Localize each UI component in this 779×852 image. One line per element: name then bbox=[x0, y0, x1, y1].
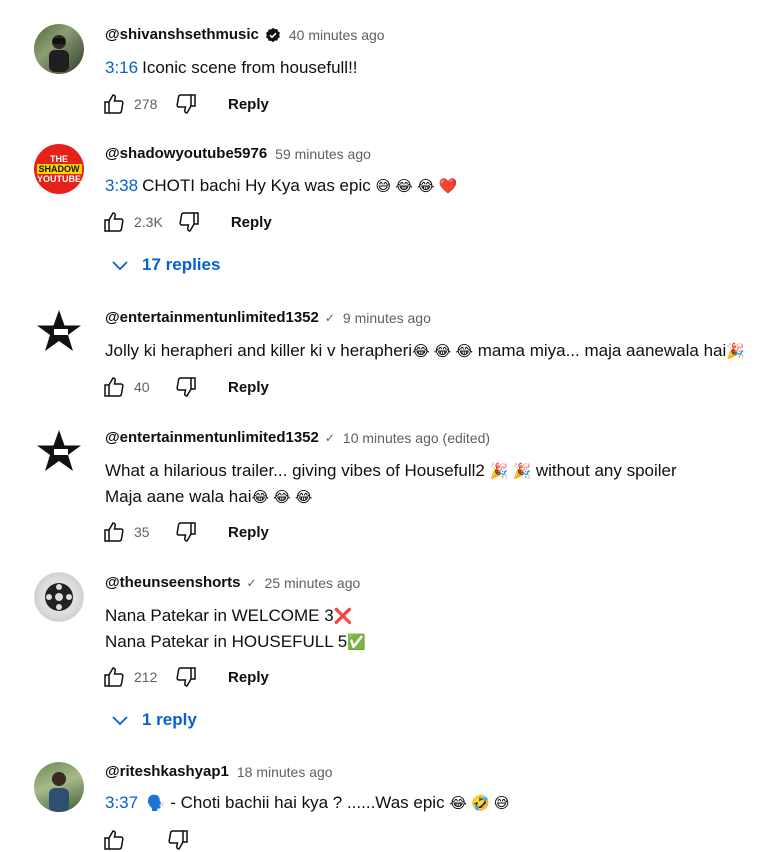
like-count: 35 bbox=[134, 524, 150, 540]
comment-body: - Choti bachii hai kya ? ......Was epic bbox=[170, 793, 445, 812]
emoji: 🎉 🎉 bbox=[489, 463, 532, 480]
comment-body: Nana Patekar in HOUSEFULL 5 bbox=[105, 632, 348, 651]
chevron-down-icon bbox=[112, 261, 128, 271]
emoji: 😂 😂 😂 bbox=[251, 489, 313, 506]
dislike-button-icon[interactable] bbox=[177, 210, 201, 234]
comment-body: CHOTI bachi Hy Kya was epic bbox=[142, 176, 371, 195]
comment-body: Jolly ki herapheri and killer ki v herap… bbox=[105, 341, 413, 360]
dislike-button-icon[interactable] bbox=[174, 520, 198, 544]
comment-text: 3:16 Iconic scene from housefull!! bbox=[105, 55, 358, 80]
reply-button[interactable]: Reply bbox=[228, 96, 269, 113]
view-replies-button[interactable]: 17 replies bbox=[108, 253, 220, 277]
view-replies-button[interactable]: 1 reply bbox=[108, 708, 197, 732]
like-button-icon[interactable] bbox=[102, 520, 126, 544]
checkmark-icon: ✓ bbox=[246, 575, 257, 590]
comment-author[interactable]: @riteshkashyap1 bbox=[105, 763, 229, 780]
reply-button[interactable]: Reply bbox=[228, 524, 269, 541]
like-button-icon[interactable] bbox=[102, 828, 126, 852]
comment-author[interactable]: @shivanshsethmusic bbox=[105, 26, 259, 43]
comment-body-continued: without any spoiler bbox=[535, 461, 677, 480]
comment-time[interactable]: 25 minutes ago bbox=[265, 575, 361, 591]
avatar-text-line: THE bbox=[50, 154, 68, 164]
emoji: 🗣️ bbox=[146, 795, 166, 812]
dislike-button-icon[interactable] bbox=[174, 665, 198, 689]
comment-text: Jolly ki herapheri and killer ki v herap… bbox=[105, 338, 745, 364]
like-count: 212 bbox=[134, 669, 158, 685]
comment-text: What a hilarious trailer... giving vibes… bbox=[105, 458, 677, 510]
emoji: 😂 😂 😂 bbox=[412, 343, 474, 360]
dislike-button-icon[interactable] bbox=[166, 828, 190, 852]
emoji: 🎉 bbox=[726, 343, 745, 360]
dislike-button-icon[interactable] bbox=[174, 375, 198, 399]
avatar[interactable]: THE SHADOW YOUTUBE bbox=[34, 144, 84, 194]
reply-button[interactable]: Reply bbox=[228, 379, 269, 396]
comment-time[interactable]: 9 minutes ago bbox=[343, 310, 431, 326]
reply-button[interactable]: Reply bbox=[231, 214, 272, 231]
like-button-icon[interactable] bbox=[102, 375, 126, 399]
comment-time[interactable]: 10 minutes ago (edited) bbox=[343, 430, 490, 446]
video-timestamp-link[interactable]: 3:37 bbox=[105, 793, 138, 812]
dislike-button-icon[interactable] bbox=[174, 92, 198, 116]
like-count: 278 bbox=[134, 96, 158, 112]
comment-author[interactable]: @shadowyoutube5976 bbox=[105, 145, 267, 162]
star-logo-icon bbox=[37, 430, 81, 471]
avatar[interactable] bbox=[34, 762, 84, 812]
comment-text: 3:37 🗣️ - Choti bachii hai kya ? ......W… bbox=[105, 790, 510, 816]
like-count: 40 bbox=[134, 379, 150, 395]
video-timestamp-link[interactable]: 3:38 bbox=[105, 176, 138, 195]
comment-text: Nana Patekar in WELCOME 3❌ Nana Patekar … bbox=[105, 603, 366, 655]
emoji: 😅 😂 😂 ❤️ bbox=[375, 178, 458, 195]
video-timestamp-link[interactable]: 3:16 bbox=[105, 58, 138, 77]
comment-author[interactable]: @entertainmentunlimited1352 bbox=[105, 309, 319, 326]
chevron-down-icon bbox=[112, 716, 128, 726]
comment-body: What a hilarious trailer... giving vibes… bbox=[105, 461, 485, 480]
replies-count: 1 reply bbox=[142, 710, 197, 729]
emoji: ✅ bbox=[347, 634, 366, 651]
like-count: 2.3K bbox=[134, 214, 163, 230]
film-reel-icon bbox=[45, 583, 73, 611]
comment-body: Iconic scene from housefull!! bbox=[142, 58, 358, 77]
comment-author[interactable]: @entertainmentunlimited1352 bbox=[105, 429, 319, 446]
comment-time[interactable]: 59 minutes ago bbox=[275, 146, 371, 162]
comment-time[interactable]: 40 minutes ago bbox=[289, 27, 385, 43]
avatar-text-line: SHADOW bbox=[36, 164, 82, 174]
emoji: ❌ bbox=[333, 608, 353, 625]
comment-text: 3:38 CHOTI bachi Hy Kya was epic 😅 😂 😂 ❤️ bbox=[105, 173, 457, 199]
avatar[interactable] bbox=[34, 307, 84, 357]
avatar[interactable] bbox=[34, 572, 84, 622]
emoji: 😂 🤣 😅 bbox=[449, 795, 510, 812]
like-button-icon[interactable] bbox=[102, 210, 126, 234]
like-button-icon[interactable] bbox=[102, 92, 126, 116]
avatar[interactable] bbox=[34, 24, 84, 74]
avatar[interactable] bbox=[34, 427, 84, 477]
comment-body-continued: mama miya... maja aanewala hai bbox=[477, 341, 727, 360]
like-button-icon[interactable] bbox=[102, 665, 126, 689]
comment-author[interactable]: @theunseenshorts bbox=[105, 574, 240, 591]
checkmark-icon: ✓ bbox=[324, 310, 335, 325]
replies-count: 17 replies bbox=[142, 255, 221, 274]
verified-badge-icon bbox=[265, 27, 281, 43]
reply-button[interactable]: Reply bbox=[228, 669, 269, 686]
checkmark-icon: ✓ bbox=[324, 430, 335, 445]
avatar-text-line: YOUTUBE bbox=[36, 174, 81, 184]
star-logo-icon bbox=[37, 310, 81, 351]
comment-body: Nana Patekar in WELCOME 3 bbox=[105, 606, 334, 625]
comment-time[interactable]: 18 minutes ago bbox=[237, 764, 333, 780]
comment-body: Maja aane wala hai bbox=[105, 487, 252, 506]
